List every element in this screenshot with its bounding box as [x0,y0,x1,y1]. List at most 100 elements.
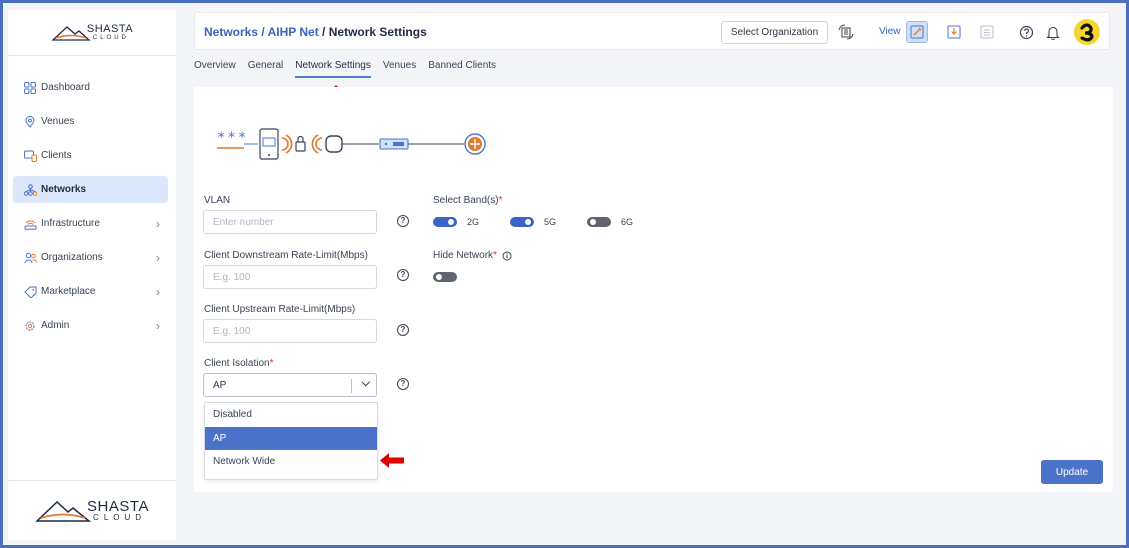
tab-banned-clients[interactable]: Banned Clients [428,60,496,78]
toggle-knob [525,219,531,225]
brand-logo-top[interactable]: SHASTA CLOUD [8,10,176,56]
mountain-logo-icon [51,25,91,41]
vlan-help-icon[interactable]: ? [397,215,409,227]
downstream-input[interactable]: E.g. 100 [203,265,377,289]
sidebar-nav: Dashboard Venues Clients Networks Infras… [8,74,176,346]
brand-name: SHASTA [87,498,149,515]
client-isolation-value: AP [213,379,227,391]
dropdown-option-ap[interactable]: AP [205,426,377,450]
gear-icon [23,319,37,333]
download-view-icon [947,25,961,39]
client-isolation-select[interactable]: AP ⌵ [203,373,377,397]
required-mark: * [493,250,497,261]
sidebar-item-marketplace[interactable]: Marketplace › [13,278,168,305]
breadcrumb-current: Network Settings [328,25,427,39]
vlan-input[interactable]: Enter number [203,210,377,234]
sidebar-item-clients[interactable]: Clients [13,142,168,169]
upstream-input[interactable]: E.g. 100 [203,319,377,343]
brand-sub: CLOUD [92,35,129,41]
dashboard-icon [23,81,37,95]
tab-general[interactable]: General [248,60,284,78]
mountain-logo-icon [35,500,92,522]
chevron-right-icon: › [156,217,160,231]
chevron-right-icon: › [156,285,160,299]
sidebar-item-venues[interactable]: Venues [13,108,168,135]
required-mark: * [269,358,274,369]
switch-organization-icon[interactable] [835,21,857,43]
downstream-help-icon[interactable]: ? [397,269,409,281]
hide-network-label: Hide Network* [433,250,497,261]
band-5g-label: 5G [544,217,557,227]
upstream-label: Client Upstream Rate-Limit(Mbps) [204,304,356,315]
sidebar: SHASTA CLOUD Dashboard Venues Clients Ne… [8,10,176,540]
breadcrumb-separator: / [318,25,329,39]
lock-icon [295,135,306,152]
annotation-arrow-left-icon [380,453,404,468]
breadcrumb-networks-link[interactable]: Networks [204,25,258,39]
tab-venues[interactable]: Venues [383,60,416,78]
tabs: Overview General Network Settings Venues… [194,60,496,80]
select-organization-button[interactable]: Select Organization [721,21,828,44]
users-icon [23,251,37,265]
toggle-knob [448,219,454,225]
sidebar-item-infrastructure[interactable]: Infrastructure › [13,210,168,237]
brand-logo-bottom: SHASTA CLOUD [8,480,176,540]
switch-icon [379,138,409,150]
top-header: Networks / AIHP Net / Network Settings S… [194,12,1110,50]
view-list-button[interactable] [976,21,998,43]
vlan-label: VLAN [204,195,231,206]
downstream-label: Client Downstream Rate-Limit(Mbps) [204,250,368,261]
select-divider [351,379,352,393]
tag-icon [23,285,37,299]
required-mark: * [498,195,503,206]
sidebar-item-organizations[interactable]: Organizations › [13,244,168,271]
sidebar-item-label: Dashboard [41,82,90,93]
toggle-knob [590,219,596,225]
sidebar-item-admin[interactable]: Admin › [13,312,168,339]
dropdown-option-network-wide[interactable]: Network Wide [205,450,377,474]
sidebar-item-label: Organizations [41,252,103,263]
band-5g-toggle[interactable] [510,217,534,227]
brand-sub: CLOUD [93,513,147,522]
upstream-help-icon[interactable]: ? [397,324,409,336]
tab-overview[interactable]: Overview [194,60,236,78]
client-isolation-label: Client Isolation* [204,358,274,369]
update-button[interactable]: Update [1041,460,1103,484]
avatar[interactable] [1073,18,1101,46]
devices-icon [23,149,37,163]
location-pin-icon [23,115,37,129]
client-isolation-help-icon[interactable]: ? [397,378,409,390]
toggle-knob [436,274,442,280]
sidebar-item-label: Admin [41,320,70,331]
sidebar-item-label: Infrastructure [41,218,100,229]
breadcrumb-separator: / [258,25,268,39]
phone-icon [259,128,279,160]
sidebar-item-label: Marketplace [41,286,96,297]
view-download-button[interactable] [943,21,965,43]
sidebar-item-networks[interactable]: Networks [13,176,168,203]
band-6g-label: 6G [621,217,634,227]
band-6g-toggle[interactable] [587,217,611,227]
internet-router-icon [464,133,486,155]
view-edit-button[interactable] [906,21,928,43]
network-topology-diagram: *** [217,128,486,160]
select-bands-label: Select Band(s)* [433,195,503,206]
access-point-icon [325,135,343,153]
band-2g-toggle[interactable] [433,217,457,227]
chevron-down-icon: ⌵ [361,377,370,389]
client-isolation-dropdown: Disabled AP Network Wide [204,402,378,480]
tab-network-settings[interactable]: Network Settings [295,60,371,78]
dropdown-option-disabled[interactable]: Disabled [205,403,377,427]
breadcrumb: Networks / AIHP Net / Network Settings [204,25,427,39]
password-mask-text: *** [217,130,248,146]
bell-icon[interactable] [1042,21,1064,43]
info-icon[interactable] [502,251,512,261]
breadcrumb-network-link[interactable]: AIHP Net [268,25,319,39]
help-icon[interactable] [1015,21,1037,43]
hide-network-toggle[interactable] [433,272,457,282]
band-2g-label: 2G [467,217,480,227]
edit-view-icon [910,25,924,39]
chevron-right-icon: › [156,319,160,333]
sidebar-item-dashboard[interactable]: Dashboard [13,74,168,101]
view-label: View [879,26,901,37]
